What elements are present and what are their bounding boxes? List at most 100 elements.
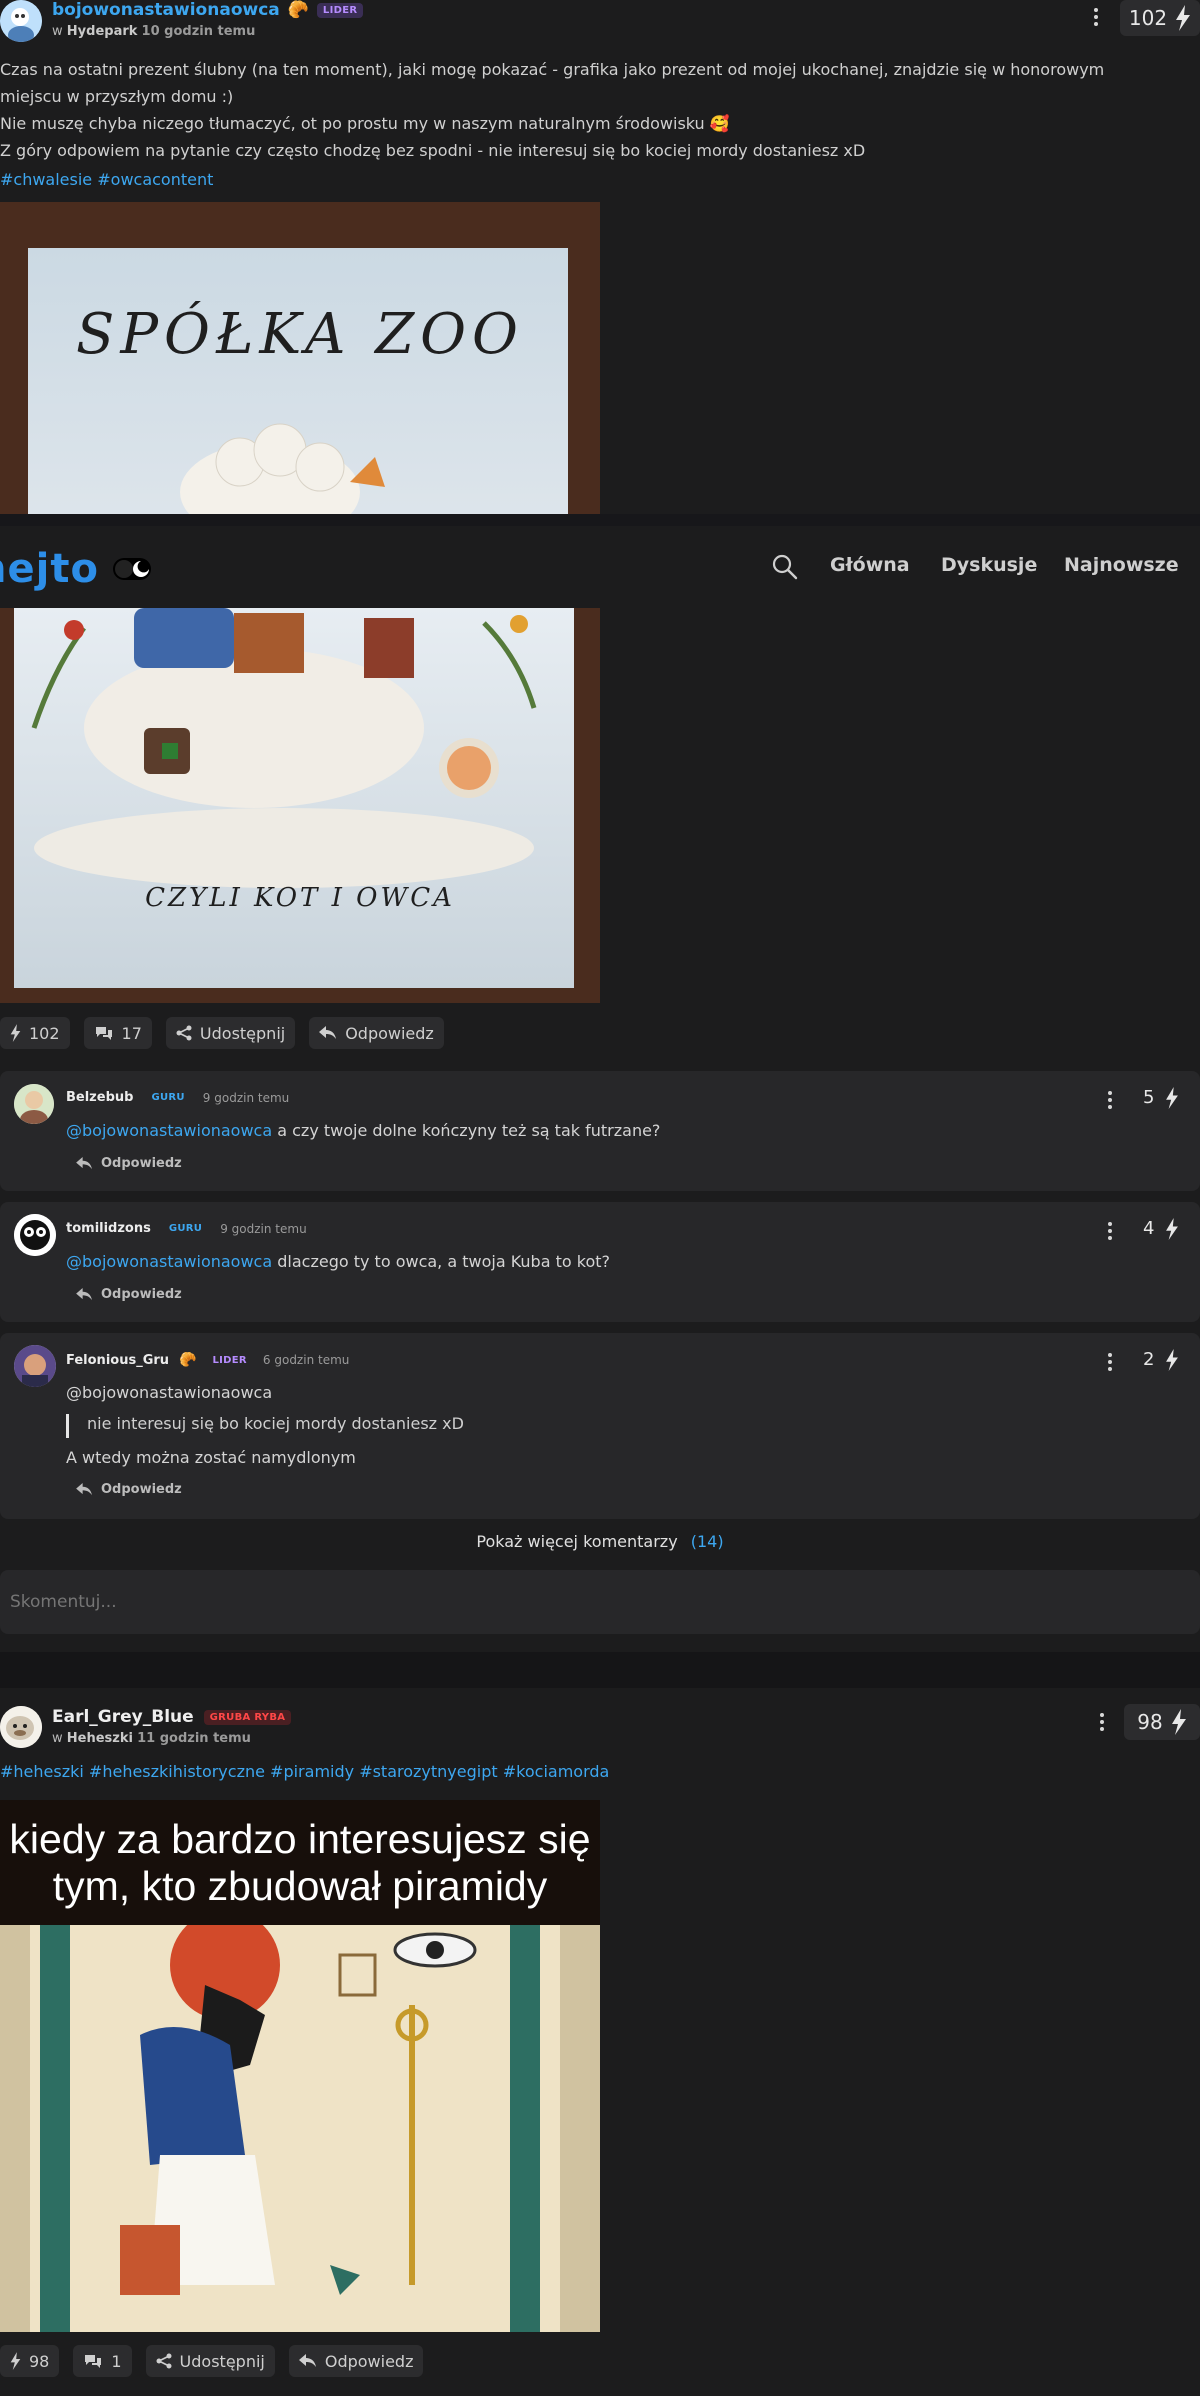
- tag-link[interactable]: #kociamorda: [503, 1762, 610, 1781]
- community-link[interactable]: Hydepark: [67, 24, 138, 39]
- commenter-avatar[interactable]: [14, 1214, 56, 1256]
- comment-text: A wtedy można zostać namydlonym: [66, 1448, 356, 1467]
- quote-block: nie interesuj się bo kociej mordy dostan…: [66, 1414, 464, 1438]
- tag-link[interactable]: #heheszkihistoryczne: [89, 1762, 265, 1781]
- like-count: 98: [29, 2351, 50, 2371]
- comment-count: 17: [121, 1023, 142, 1043]
- comments-button[interactable]: 17: [83, 1017, 152, 1049]
- post-text-line: Czas na ostatni prezent ślubny (na ten m…: [0, 60, 1105, 106]
- comment-card: Belzebub GURU 9 godzin temu 5 @bojowonas…: [0, 1071, 1200, 1191]
- share-button[interactable]: Udostępnij: [145, 2345, 275, 2377]
- post-tags: #heheszki #heheszkihistoryczne #piramidy…: [0, 1762, 609, 1781]
- comment-reply-label: Odpowiedz: [101, 1156, 182, 1171]
- tag-link[interactable]: #owcacontent: [97, 170, 213, 189]
- reply-label: Odpowiedz: [324, 2351, 414, 2371]
- reply-icon: [76, 1288, 92, 1301]
- reply-button[interactable]: Odpowiedz: [309, 1017, 444, 1049]
- post-score: 98: [1137, 1710, 1163, 1734]
- comment-options-button[interactable]: [1107, 1353, 1113, 1371]
- tag-link[interactable]: #starozytnyegipt: [359, 1762, 497, 1781]
- vote-box[interactable]: 98: [1124, 1704, 1200, 1740]
- theme-toggle[interactable]: [112, 558, 151, 580]
- show-more-count: (14): [690, 1532, 724, 1551]
- lightning-icon[interactable]: [1165, 1349, 1179, 1371]
- comments-button[interactable]: 1: [73, 2345, 132, 2377]
- comment-reply-button[interactable]: Odpowiedz: [76, 1287, 182, 1302]
- commenter-avatar[interactable]: [14, 1084, 54, 1124]
- commenter-badge: LIDER: [212, 1354, 247, 1366]
- like-button[interactable]: 98: [0, 2345, 60, 2377]
- author-badge: GRUBA RYBA: [203, 1709, 292, 1725]
- commenter-avatar[interactable]: [14, 1345, 56, 1387]
- vote-box[interactable]: 102: [1120, 0, 1200, 36]
- comment-time: 9 godzin temu: [202, 1090, 290, 1105]
- comment-text: dlaczego ty to owca, a twoja Kuba to kot…: [272, 1252, 610, 1271]
- quote-text: nie interesuj się bo kociej mordy dostan…: [87, 1414, 464, 1433]
- post-actions: 98 1 Udostępnij Odpowiedz: [0, 2345, 424, 2377]
- comment-options-button[interactable]: [1107, 1091, 1113, 1109]
- tag-link[interactable]: #chwalesie: [0, 170, 92, 189]
- mention-link[interactable]: @bojowonastawionaowca: [66, 1121, 272, 1140]
- show-more-comments[interactable]: Pokaż więcej komentarzy (14): [0, 1532, 1200, 1551]
- artwork-illustration: [31, 608, 537, 888]
- comment-count: 1: [111, 2351, 122, 2371]
- commenter-name[interactable]: Belzebub: [66, 1090, 133, 1105]
- like-button[interactable]: 102: [0, 1017, 70, 1049]
- comment-input-box[interactable]: [0, 1570, 1200, 1634]
- meme-caption-box: kiedy za bardzo interesujesz się tym, kt…: [0, 1800, 600, 1925]
- community-link[interactable]: Heheszki: [67, 1731, 133, 1746]
- comments-icon: [85, 2355, 102, 2368]
- post-time: 10 godzin temu: [141, 24, 256, 39]
- reply-button[interactable]: Odpowiedz: [288, 2345, 424, 2377]
- author-name[interactable]: Earl_Grey_Blue: [52, 1707, 194, 1727]
- nav-najnowsze[interactable]: Najnowsze: [1064, 554, 1179, 576]
- comment-time: 9 godzin temu: [220, 1221, 307, 1236]
- post-image-continued[interactable]: CZYLI KOT I OWCA: [0, 608, 600, 1003]
- lightning-icon[interactable]: [1165, 1087, 1179, 1109]
- share-button[interactable]: Udostępnij: [165, 1017, 296, 1049]
- comment-options-button[interactable]: [1107, 1222, 1113, 1240]
- author-avatar[interactable]: [0, 1706, 42, 1748]
- mention-link[interactable]: @bojowonastawionaowca: [66, 1252, 272, 1271]
- post-separator: [0, 1652, 1200, 1688]
- comment-reply-label: Odpowiedz: [101, 1482, 182, 1497]
- lightning-icon: [10, 1024, 21, 1042]
- post-image[interactable]: kiedy za bardzo interesujesz się tym, kt…: [0, 1800, 600, 2332]
- tag-link[interactable]: #piramidy: [270, 1762, 354, 1781]
- nav-glowna[interactable]: Główna: [830, 554, 910, 576]
- comment-score: 5: [1143, 1087, 1155, 1108]
- site-header: [0, 514, 1200, 526]
- show-more-label: Pokaż więcej komentarzy: [476, 1532, 678, 1551]
- logo-text: hejto: [0, 546, 99, 592]
- comment-card: tomilidzons GURU 9 godzin temu 4 @bojowo…: [0, 1202, 1200, 1322]
- reply-icon: [319, 1026, 337, 1039]
- author-name[interactable]: bojowonastawionaowca: [52, 0, 280, 20]
- lightning-icon: [1171, 1709, 1186, 1735]
- nav-dyskusje[interactable]: Dyskusje: [941, 554, 1037, 576]
- mention-link[interactable]: @bojowonastawionaowca: [66, 1383, 272, 1402]
- commenter-badge: GURU: [151, 1092, 185, 1103]
- comment-reply-label: Odpowiedz: [101, 1287, 182, 1302]
- author-avatar[interactable]: [0, 0, 42, 42]
- comment-reply-button[interactable]: Odpowiedz: [76, 1156, 182, 1171]
- search-icon[interactable]: [772, 554, 798, 580]
- commenter-name[interactable]: tomilidzons: [66, 1221, 151, 1236]
- share-icon: [156, 2353, 172, 2369]
- post-time: 11 godzin temu: [137, 1731, 251, 1746]
- author-badge: LIDER: [316, 2, 364, 18]
- more-options-button[interactable]: [1093, 8, 1099, 26]
- comment-reply-button[interactable]: Odpowiedz: [76, 1482, 182, 1497]
- logo[interactable]: hejto: [0, 546, 151, 592]
- share-label: Udostępnij: [199, 1023, 286, 1043]
- comment-input[interactable]: [0, 1570, 1200, 1634]
- image-subtitle: CZYLI KOT I OWCA: [145, 883, 455, 913]
- post-actions: 102 17 Udostępnij Odpowiedz: [0, 1017, 444, 1049]
- post-image[interactable]: SPÓŁKA ZOO: [0, 202, 600, 514]
- meme-caption: kiedy za bardzo interesujesz się tym, kt…: [9, 1815, 591, 1909]
- share-label: Udostępnij: [179, 2351, 265, 2371]
- tag-link[interactable]: #heheszki: [0, 1762, 84, 1781]
- commenter-name[interactable]: Felonious_Gru: [66, 1353, 169, 1368]
- lightning-icon[interactable]: [1165, 1218, 1179, 1240]
- post-body: Czas na ostatni prezent ślubny (na ten m…: [0, 56, 1170, 193]
- more-options-button[interactable]: [1099, 1713, 1105, 1731]
